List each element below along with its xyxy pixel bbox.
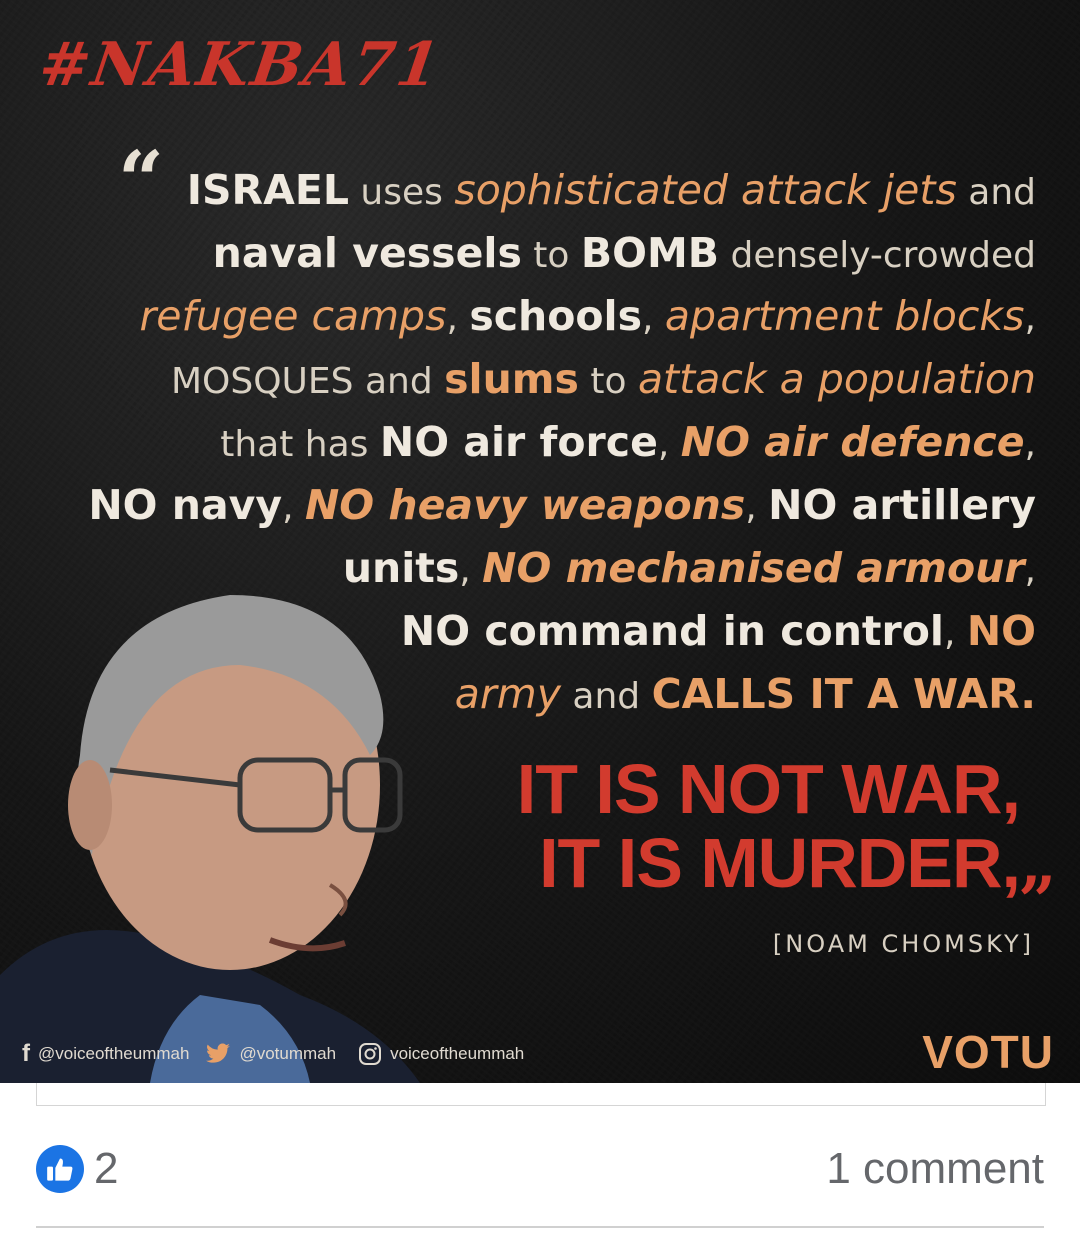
verdict-line-2: IT IS MURDER, (539, 824, 1021, 902)
attribution: [NOAM CHOMSKY] (772, 930, 1034, 958)
facebook-handle: @voiceoftheummah (38, 1044, 190, 1063)
quote-segment: that has (220, 424, 380, 465)
quote-segment: NO heavy weapons (304, 481, 746, 529)
quote-segment: , (446, 298, 470, 339)
quote-segment: units (342, 544, 460, 592)
quote-line: refugee camps, schools, apartment blocks… (86, 286, 1036, 349)
quote-segment: , (642, 298, 665, 339)
quote-segment: , (1024, 298, 1036, 339)
quote-segment: uses (348, 172, 455, 213)
quote-segment: and (560, 676, 652, 717)
quote-segment: apartment blocks (664, 292, 1025, 340)
quote-segment: NO mechanised armour (482, 544, 1025, 592)
quote-segment: , (459, 550, 483, 591)
like-reactions[interactable]: 2 (36, 1144, 118, 1194)
quote-segment: , (282, 487, 305, 528)
instagram-icon (358, 1042, 382, 1066)
like-count: 2 (94, 1144, 119, 1193)
quote-line: NO command in control, NO (86, 601, 1036, 664)
quote-line: that has NO air force, NO air defence, (86, 412, 1036, 475)
like-icon (36, 1145, 84, 1193)
hashtag-title: #NAKBA71 (35, 30, 446, 100)
quote-segment: army (454, 670, 561, 718)
quote-line: ISRAEL uses sophisticated attack jets an… (86, 160, 1036, 223)
quote-segment: NO air force (379, 418, 658, 466)
quote-segment: densely-crowded (719, 235, 1036, 276)
twitter-handle: @votummah (239, 1044, 337, 1063)
quote-segment: attack a population (637, 355, 1036, 403)
brand-logo: VOTU (922, 1026, 1054, 1078)
quote-segment: schools (469, 292, 643, 340)
quote-text: ISRAEL uses sophisticated attack jets an… (86, 160, 1036, 727)
quote-segment: NO air defence (680, 418, 1025, 466)
instagram-handle: voiceoftheummah (390, 1044, 525, 1063)
social-handles: f @voiceoftheummah @votummah voiceoftheu… (22, 1040, 524, 1068)
quote-segment: NO artillery (768, 481, 1036, 529)
quote-segment: , (1024, 550, 1036, 591)
quote-line: units, NO mechanised armour, (86, 538, 1036, 601)
footer-divider (36, 1226, 1044, 1228)
quote-close-mark: ” (1018, 862, 1056, 940)
quote-segment: sophisticated attack jets (454, 166, 957, 214)
quote-line: army and CALLS IT A WAR. (86, 664, 1036, 727)
quote-segment: ISRAEL (186, 166, 349, 214)
quote-segment: , (657, 424, 681, 465)
quote-segment: NO (966, 607, 1036, 655)
quote-segment: BOMB (580, 229, 720, 277)
quote-line: naval vessels to BOMB densely-crowded (86, 223, 1036, 286)
quote-segment: naval vessels (212, 229, 522, 277)
verdict-line-1: IT IS NOT WAR, (516, 750, 1021, 828)
post-footer: 2 1 comment (36, 1140, 1044, 1198)
post-frame-edge (36, 1083, 1046, 1106)
quote-segment: NO command in control (400, 607, 944, 655)
quote-segment: NO navy (88, 481, 283, 529)
quote-line: MOSQUES and slums to attack a population (86, 349, 1036, 412)
quote-segment: refugee camps (139, 292, 447, 340)
verdict: IT IS NOT WAR, IT IS MURDER, (516, 750, 1021, 902)
quote-segment: CALLS IT A WAR. (651, 670, 1036, 718)
quote-segment: , (943, 613, 967, 654)
quote-segment: slums (444, 355, 579, 403)
facebook-icon: f (22, 1040, 30, 1067)
quote-segment: to (521, 235, 581, 276)
quote-segment: MOSQUES and (170, 361, 445, 402)
quote-line: NO navy, NO heavy weapons, NO artillery (86, 475, 1036, 538)
quote-segment: , (745, 487, 769, 528)
comment-count-link[interactable]: 1 comment (826, 1144, 1044, 1194)
twitter-icon (205, 1043, 231, 1065)
quote-segment: , (1024, 424, 1036, 465)
quote-segment: and (956, 172, 1036, 213)
quote-segment: to (578, 361, 638, 402)
post-image[interactable]: #NAKBA71 “ ISRAEL uses sophisticated att… (0, 0, 1080, 1083)
